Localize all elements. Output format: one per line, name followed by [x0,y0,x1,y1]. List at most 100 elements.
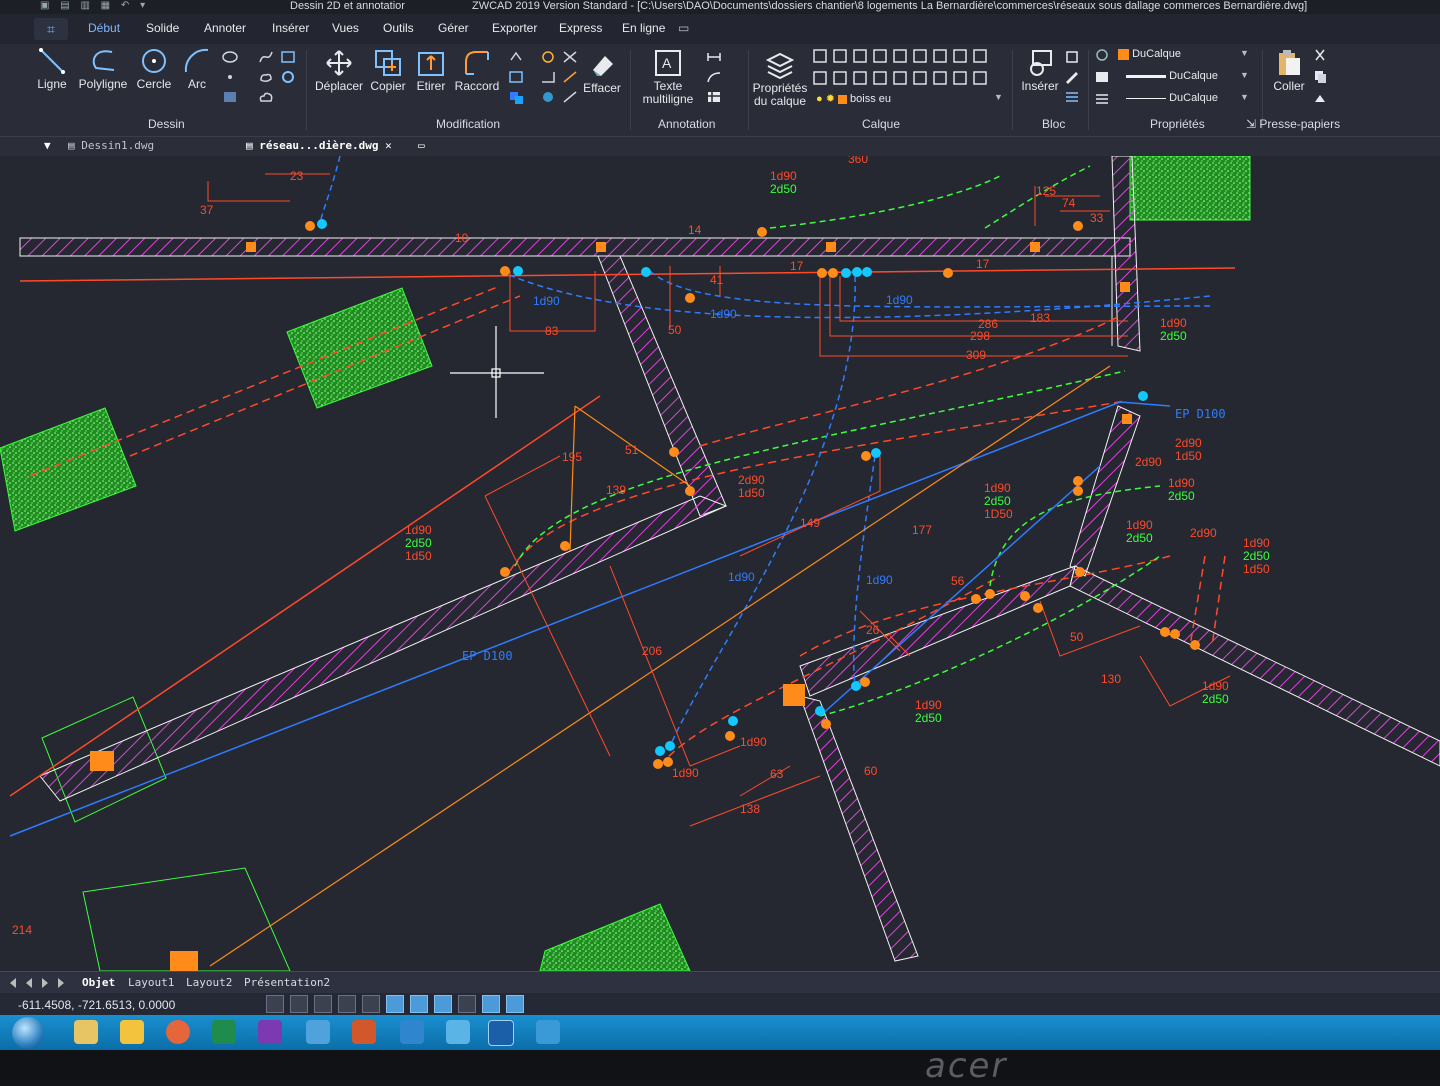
onenote-icon[interactable] [258,1020,282,1044]
linetype-dropdown[interactable]: DuCalque ▼ [1126,70,1250,86]
powerpoint-icon[interactable] [352,1020,376,1044]
new-tab-icon[interactable]: ▭ [418,139,425,152]
lineweight-dropdown[interactable]: DuCalque ▼ [1126,92,1250,108]
copier-button[interactable]: Copier [368,48,408,93]
tab-presentation2[interactable]: Présentation2 [244,976,330,989]
tab-solide[interactable]: Solide [146,21,179,35]
workspace-selector[interactable]: Dessin 2D et annotatior [290,0,405,12]
explode-icon[interactable] [508,90,524,104]
ellipse-icon[interactable] [222,50,238,64]
array-icon[interactable] [540,70,556,84]
tab-objet[interactable]: Objet [82,976,115,989]
lineweight-icon[interactable] [1094,70,1110,84]
dimension-icon[interactable] [706,50,722,64]
application-menu-icon[interactable]: ⌗ [34,18,68,40]
ortho-icon[interactable] [314,995,332,1013]
revcloud-icon[interactable] [258,70,274,84]
selection-cycling-icon[interactable] [506,995,524,1013]
drawing-canvas[interactable]: 360 23 37 10 14 41 17 17 83 50 125 74 33… [0,156,1440,971]
firefox-icon[interactable] [166,1020,190,1044]
file-explorer-icon[interactable] [74,1020,98,1044]
coller-button[interactable]: Coller [1270,48,1308,93]
match-clip-icon[interactable] [1312,92,1328,106]
mirror-icon[interactable] [508,70,524,84]
tab-gerer[interactable]: Gérer [438,21,469,35]
join-icon[interactable] [540,90,556,104]
list-icon[interactable] [1094,92,1110,106]
layer-tools-icon[interactable] [812,48,998,88]
prev-tab-icon[interactable] [26,978,32,988]
spline-icon[interactable] [258,50,274,64]
arc-button[interactable]: Arc [180,46,214,91]
tab-outils[interactable]: Outils [383,21,414,35]
hatch-icon[interactable] [222,90,238,104]
cloud-icon[interactable] [258,90,274,104]
rotate-icon[interactable] [508,50,524,64]
doc-tab-reseau[interactable]: ▤ réseau...dière.dwg ✕ [246,139,392,152]
object-snap-icon[interactable] [362,995,380,1013]
snap-grid-icon[interactable] [266,995,284,1013]
attribute-icon[interactable] [1064,90,1080,104]
point-icon[interactable] [222,70,238,84]
tab-annoter[interactable]: Annoter [204,21,246,35]
first-tab-icon[interactable] [10,978,16,988]
chat-icon[interactable] [446,1020,470,1044]
zwcad-taskbar-icon[interactable] [488,1020,514,1046]
last-tab-icon[interactable] [58,978,64,988]
color-dropdown[interactable]: DuCalque ▼ [1118,48,1250,64]
ligne-button[interactable]: Ligne [34,46,70,91]
ribbon-minimize-icon[interactable]: ▭ [678,21,689,35]
dynamic-input-icon[interactable] [434,995,452,1013]
inserer-bloc-button[interactable]: Insérer [1018,48,1062,93]
tab-express[interactable]: Express [559,21,602,35]
folder-icon[interactable] [120,1020,144,1044]
lineweight-toggle-icon[interactable] [458,995,476,1013]
table-icon[interactable] [706,90,722,104]
match-properties-icon[interactable] [1094,48,1110,62]
tab-debut[interactable]: Début [88,21,120,35]
transparency-icon[interactable] [482,995,500,1013]
doc-tab-dessin1[interactable]: ▤ Dessin1.dwg [68,139,154,152]
object-snap-tracking-icon[interactable] [386,995,404,1013]
doc-tabs-menu-icon[interactable]: ▼ [44,139,51,152]
next-tab-icon[interactable] [42,978,48,988]
start-button-icon[interactable] [12,1017,44,1049]
proprietes-calque-button[interactable]: Propriétés du calque [752,50,808,108]
scale-icon[interactable] [562,70,578,84]
dim-label: 360 [848,156,868,166]
rectangle-icon[interactable] [280,50,296,64]
excel-icon[interactable] [212,1020,236,1044]
polar-tracking-icon[interactable] [338,995,356,1013]
tab-layout1[interactable]: Layout1 [128,976,174,989]
quick-access-toolbar[interactable]: ▣ ▤ ▥ ▦ ↶ ▾ [40,0,149,12]
chamfer-icon[interactable] [562,90,578,104]
create-block-icon[interactable] [1064,50,1080,64]
tab-inserer[interactable]: Insérer [272,21,309,35]
tab-exporter[interactable]: Exporter [492,21,537,35]
trim-icon[interactable] [562,50,578,64]
word-icon[interactable] [400,1020,424,1044]
outlook-icon[interactable] [306,1020,330,1044]
polyligne-button[interactable]: Polyligne [78,46,128,91]
offset-icon[interactable] [540,50,556,64]
texte-multiligne-button[interactable]: A Texte multiligne [636,48,700,106]
deplacer-button[interactable]: Déplacer [314,48,364,93]
tab-vues[interactable]: Vues [332,21,359,35]
tab-layout2[interactable]: Layout2 [186,976,232,989]
edit-block-icon[interactable] [1064,70,1080,84]
grid-display-icon[interactable] [290,995,308,1013]
cercle-button[interactable]: Cercle [134,46,174,91]
app-taskbar-icon[interactable] [536,1020,560,1044]
close-icon[interactable]: ✕ [378,139,392,152]
effacer-button[interactable]: Effacer [582,50,622,95]
donut-icon[interactable] [280,70,296,84]
etirer-button[interactable]: Etirer [412,48,450,93]
dialog-launcher-icon[interactable]: ⇲ [1246,117,1259,131]
tab-en-ligne[interactable]: En ligne [622,21,665,35]
leader-icon[interactable] [706,70,722,84]
layer-dropdown[interactable]: ● ✹ boiss eu ▼ [816,92,1003,108]
cut-icon[interactable] [1312,48,1328,62]
dynamic-ucs-icon[interactable] [410,995,428,1013]
raccord-button[interactable]: Raccord [454,48,500,93]
copy-clip-icon[interactable] [1312,70,1328,84]
